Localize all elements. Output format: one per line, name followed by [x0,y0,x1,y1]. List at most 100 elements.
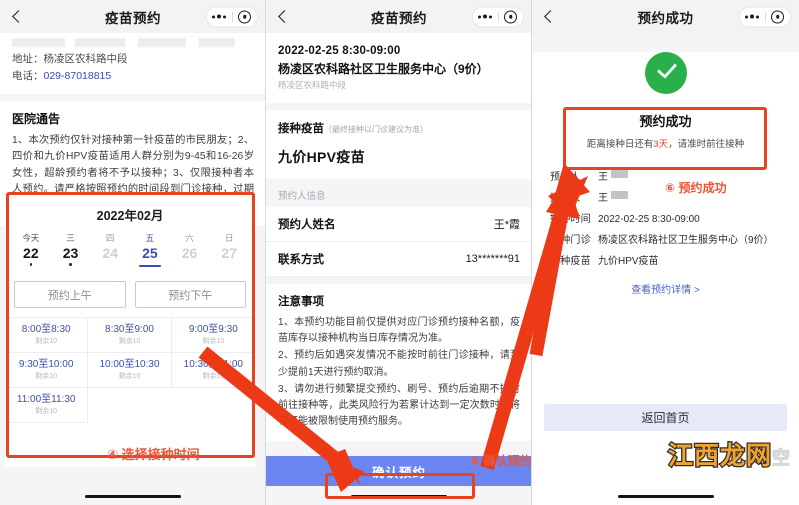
booking-detail-value: 王 [598,193,608,204]
check-circle-icon [644,52,687,94]
calendar-month-title: 2022年02月 [96,209,164,223]
book-morning-button[interactable]: 预约上午 [14,281,126,308]
time-slot-time: 9:00至9:30 [188,324,238,335]
time-slot-time: 8:30至9:00 [105,324,154,335]
calendar-day-number: 22 [23,245,39,261]
calendar-day-23[interactable]: 三 23 [51,232,91,267]
time-slot[interactable]: 9:30至10:00 剩余10 [5,353,89,388]
navbar-left: 疫苗预约 [0,0,266,33]
time-slot-remaining: 剩余10 [35,408,58,415]
calendar-day-number: 27 [221,245,237,261]
notes-title: 注意事项 [278,296,324,308]
masked-name-block [611,191,628,199]
chevron-left-icon[interactable] [10,10,24,24]
more-dots-icon[interactable] [740,14,765,19]
appointment-datetime: 2022-02-25 8:30-09:00 [278,45,401,57]
home-indicator-mid [351,494,447,498]
calendar-day-25[interactable]: 五 25 [130,232,170,267]
success-sub-highlight: 3天 [653,139,669,150]
calendar-day-27[interactable]: 日 27 [209,232,249,267]
time-slot[interactable]: 8:00至8:30 剩余10 [5,318,89,353]
time-slot[interactable]: 8:30至9:00 剩余10 [88,318,172,353]
success-message: 预约成功 距离接种日还有3天，请准时前往接种 [532,111,799,150]
notes-card: 注意事项 1、本预约功能目前仅提供对应门诊预约接种名额，疫苗库存以接种机构当日库… [266,284,532,442]
target-circle-icon[interactable] [498,10,523,23]
vaccine-card: 接种疫苗（最终接种以门诊建议为准） 九价HPV疫苗 [266,110,532,179]
calendar-day-26[interactable]: 六 26 [170,232,210,267]
wechat-capsule[interactable] [472,6,524,27]
phone-screen-confirm-booking: 疫苗预约 2022-02-25 8:30-09:00 杨凌区农科路社区卫生服务中… [266,0,532,505]
panel-divider-1 [265,0,266,505]
back-to-home-button[interactable]: 返回首页 [544,404,787,431]
target-circle-icon[interactable] [765,10,790,23]
appointment-address: 杨凌区农科路中段 [278,80,347,90]
time-slot-remaining: 剩余10 [118,373,141,380]
time-slot-grid: 8:00至8:30 剩余10 8:30至9:00 剩余10 9:00至9:30 剩余10 9… [5,317,255,423]
time-slot-remaining: 剩余10 [35,338,58,345]
booking-detail-row: 接种人 王 [550,191,785,206]
more-dots-icon[interactable] [473,14,498,19]
person-info-key: 联系方式 [278,254,324,266]
vaccine-label-note: （最终接种以门诊建议为准） [324,125,428,134]
home-indicator-right [617,494,714,498]
person-info-row: 预约人姓名 王*霞 [266,207,532,242]
calendar-day-22[interactable]: 今天 22 [11,232,51,267]
time-slot[interactable]: 10:00至10:30 剩余10 [88,353,172,388]
calendar-day-spacer [90,263,130,267]
success-sub-prefix: 距离接种日还有 [586,139,654,150]
booking-detail-key: 接种门诊 [550,235,591,246]
time-slot-time: 11:00至11:30 [16,394,76,405]
target-circle-icon[interactable] [232,10,257,23]
navbar-mid: 疫苗预约 [266,0,532,33]
address-label: 地址： [12,53,44,65]
chevron-left-icon[interactable] [542,10,556,24]
time-slot[interactable]: 10:30至11:00 剩余10 [171,353,255,388]
calendar-day-24[interactable]: 四 24 [90,232,130,267]
calendar-card: 2022年02月 今天 22 三 23 四 24 五 25 六 26 日 27 预约上午 预约下午 8… [5,193,255,467]
time-slot-remaining: 剩余10 [118,338,141,345]
book-afternoon-button[interactable]: 预约下午 [134,281,246,308]
calendar-day-underline [138,265,161,267]
time-slot[interactable]: 9:00至9:30 剩余10 [171,318,255,353]
booking-detail-key: 接种时间 [550,214,591,225]
phone-value[interactable]: 029-87018815 [44,70,112,82]
calendar-day-number: 25 [142,245,158,261]
time-slot[interactable]: 11:00至11:30 剩余10 [5,388,89,423]
person-info-value: 13*******91 [465,253,520,265]
note-item: 1、本预约功能目前仅提供对应门诊预约接种名额，疫苗库存以接种机构当日库存情况为准… [278,317,520,345]
booking-detail-row: 接种门诊 杨凌区农科路社区卫生服务中心（9价） [550,233,785,248]
wechat-capsule[interactable] [206,6,258,27]
calendar-day-dow: 四 [105,233,115,243]
booking-detail-row: 接种时间 2022-02-25 8:30-09:00 [550,212,785,227]
appointment-summary-card: 2022-02-25 8:30-09:00 杨凌区农科路社区卫生服务中心（9价）… [266,33,532,103]
address-value: 杨凌区农科路中段 [43,53,128,65]
vaccine-label: 接种疫苗 [278,123,324,135]
wechat-capsule[interactable] [739,6,791,27]
calendar-day-spacer [170,263,210,267]
time-slot-time: 10:30至11:00 [183,359,243,370]
phone-screen-booking-success: 预约成功 预约成功 距离接种日还有3天，请准时前往接种 预约人王接种人王接种时间… [532,0,799,505]
chevron-left-icon[interactable] [276,10,290,24]
clinic-phone-row: 电话：029-87018815 [12,68,254,85]
calendar-day-dow: 三 [66,233,75,243]
page-title: 疫苗预约 [105,10,161,26]
calendar-day-number: 24 [102,245,118,261]
booking-detail-list: 预约人王接种人王接种时间 2022-02-25 8:30-09:00 接种门诊 杨凌区… [532,170,799,269]
masked-name-block [611,170,628,178]
more-dots-icon[interactable] [207,14,232,19]
person-info-key: 预约人姓名 [278,219,336,231]
calendar-day-dow: 今天 [22,233,40,243]
notes-list: 1、本预约功能目前仅提供对应门诊预约接种名额，疫苗库存以接种机构当日库存情况为准… [278,315,520,430]
note-item: 3、请勿进行频繁提交预约、刷号、预约后逾期不接时前往接种等，此类风险行为若累计达… [278,383,520,428]
person-info-rows: 预约人姓名 王*霞联系方式 13*******91 [266,207,532,277]
view-detail-link[interactable]: 查看预约详情 > [532,281,799,296]
confirm-booking-button[interactable]: 确认预约 [266,456,532,486]
booking-detail-row: 接种疫苗 九价HPV疫苗 [550,254,785,269]
calendar-day-number: 26 [181,245,198,261]
success-title: 预约成功 [639,114,692,129]
person-info-row: 联系方式 13*******91 [266,242,532,277]
success-sub-suffix: ，请准时前往接种 [668,139,745,150]
booking-detail-key: 接种人 [550,193,581,204]
page-title: 疫苗预约 [371,10,427,26]
booking-detail-value: 王 [598,172,608,183]
